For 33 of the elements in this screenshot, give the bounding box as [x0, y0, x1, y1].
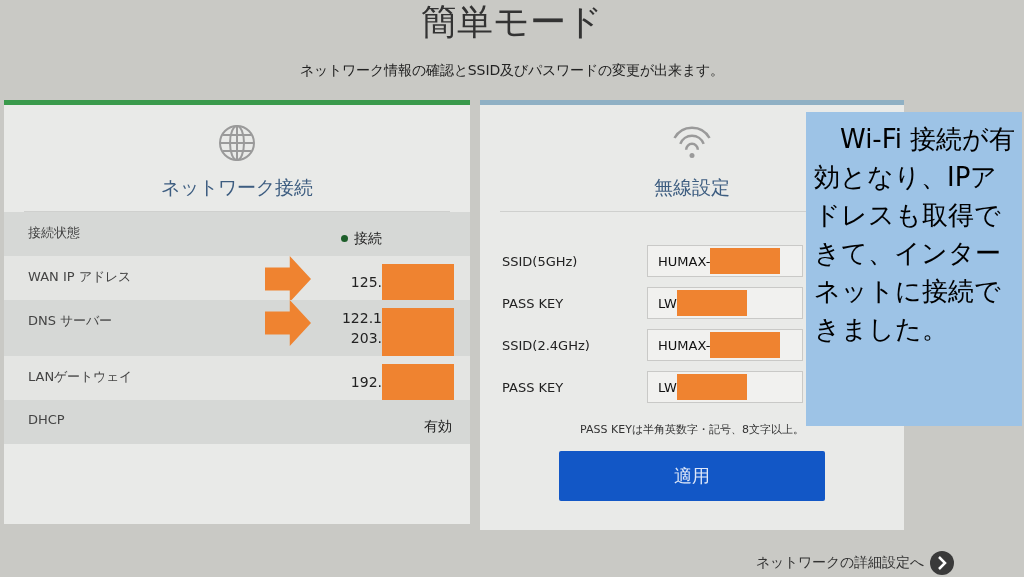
info-label: 接続状態	[28, 224, 80, 242]
annotation-callout: Wi-Fi 接続が有効となり、IPアドレスも取得できて、インターネットに接続できました。	[806, 112, 1022, 426]
field-value: LW	[658, 379, 677, 395]
input-field[interactable]: HUMAX-	[647, 329, 803, 361]
info-value: 125.	[350, 273, 382, 292]
field-label: PASS KEY	[502, 295, 565, 311]
apply-button[interactable]: 適用	[559, 451, 825, 501]
field-label: PASS KEY	[502, 379, 565, 395]
info-value: 122.1	[341, 309, 382, 328]
info-value: 接続	[354, 229, 382, 248]
page-subtitle: ネットワーク情報の確認とSSID及びパスワードの変更が出来ます。	[299, 62, 725, 80]
info-value: 203.	[350, 329, 382, 348]
info-label: DNS サーバー	[28, 312, 113, 330]
field-label: SSID(5GHz)	[502, 253, 579, 269]
info-label: LANゲートウェイ	[28, 368, 133, 386]
globe-icon	[217, 123, 257, 163]
card-title: 無線設定	[654, 175, 730, 200]
field-value: HUMAX-	[658, 337, 711, 353]
details-link[interactable]: ネットワークの詳細設定へ	[756, 554, 924, 572]
info-value: 192.	[350, 373, 382, 392]
info-label: WAN IP アドレス	[28, 268, 131, 286]
input-field[interactable]: LW	[647, 287, 803, 319]
arrow-circle-icon	[930, 551, 954, 575]
field-value: HUMAX-	[658, 253, 711, 269]
info-value: 有効	[424, 417, 452, 436]
field-label: SSID(2.4GHz)	[502, 337, 591, 353]
field-value: LW	[658, 295, 677, 311]
page-title: 簡単モード	[421, 0, 603, 44]
input-field[interactable]: HUMAX-	[647, 245, 803, 277]
input-field[interactable]: LW	[647, 371, 803, 403]
hint-text: PASS KEYは半角英数字・記号、8文字以上。	[579, 422, 805, 437]
card-title: ネットワーク接続	[161, 175, 313, 200]
info-label: DHCP	[28, 411, 65, 429]
